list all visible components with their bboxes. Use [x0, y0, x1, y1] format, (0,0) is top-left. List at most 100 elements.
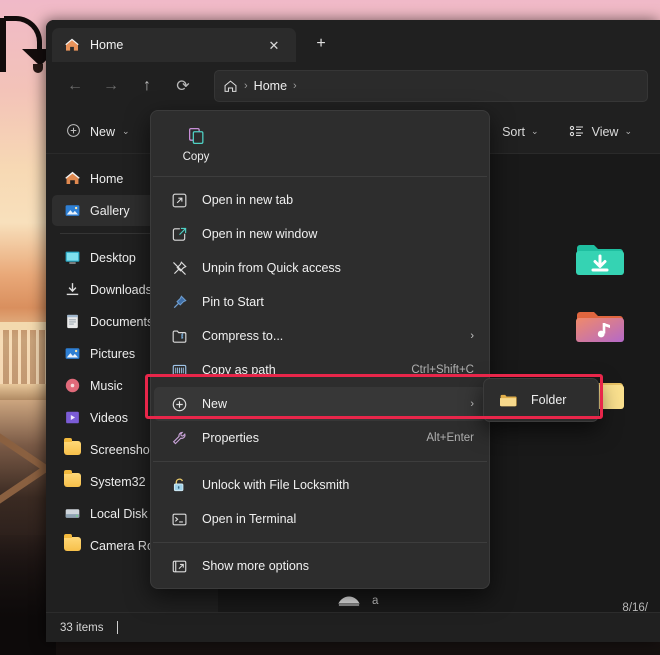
menu-item-label: Show more options	[202, 559, 310, 573]
wallpaper-lamp-arm	[4, 16, 42, 50]
downloads-icon	[64, 281, 81, 298]
lock-icon	[170, 476, 188, 494]
downloads-folder-tile[interactable]	[576, 234, 624, 282]
menu-item-show-more-options[interactable]: Show more options	[154, 549, 486, 583]
sidebar-item-label: System32	[90, 474, 146, 489]
new-tab-button[interactable]: +	[306, 29, 336, 59]
context-menu-divider-2	[153, 461, 487, 462]
gallery-icon	[64, 202, 81, 219]
copy-icon	[187, 127, 206, 146]
breadcrumb-home-icon[interactable]	[223, 79, 238, 94]
text-caret	[117, 621, 119, 634]
folder-icon	[64, 438, 81, 458]
view-button[interactable]: View ⌄	[563, 118, 638, 146]
desktop-icon	[64, 249, 81, 266]
copy-quick-action-label: Copy	[182, 151, 210, 163]
disc-drive-icon	[338, 594, 360, 608]
close-icon[interactable]: ✕	[262, 33, 286, 57]
menu-item-label: Open in new window	[202, 227, 318, 241]
sort-label: Sort	[502, 124, 526, 139]
context-menu-divider-1	[153, 176, 487, 177]
breadcrumb[interactable]: › Home ›	[214, 70, 648, 102]
drive-icon	[64, 505, 81, 522]
menu-item-pin-to-start[interactable]: Pin to Start	[154, 285, 486, 319]
view-list-icon	[569, 123, 586, 140]
menu-item-label: Open in new tab	[202, 193, 294, 207]
submenu-item-label: Folder	[531, 393, 567, 407]
menu-item-properties[interactable]: Properties Alt+Enter	[154, 421, 486, 455]
forward-button[interactable]: →	[94, 71, 128, 101]
menu-item-label: Unpin from Quick access	[202, 261, 341, 275]
sort-button[interactable]: Sort ⌄	[496, 118, 544, 146]
up-button[interactable]: ↑	[130, 71, 164, 101]
refresh-button[interactable]: ⟳	[166, 71, 200, 101]
documents-icon	[64, 313, 81, 330]
menu-item-open-in-new-tab[interactable]: Open in new tab	[154, 183, 486, 217]
sidebar-item-label: Desktop	[90, 250, 136, 265]
menu-item-open-in-new-window[interactable]: Open in new window	[154, 217, 486, 251]
videos-icon	[64, 409, 81, 426]
menu-item-label: Unlock with File Locksmith	[202, 478, 350, 492]
sidebar-item-label: Documents	[90, 314, 154, 329]
sidebar-item-label: Local Disk	[90, 506, 148, 521]
home-icon	[64, 37, 81, 54]
sidebar-item-label: Home	[90, 171, 124, 186]
plus-circle-icon	[66, 123, 83, 140]
menu-item-copy-as-path[interactable]: Copy as path Ctrl+Shift+C	[154, 353, 486, 387]
folder-icon	[64, 534, 81, 554]
breadcrumb-separator-1: ›	[244, 80, 248, 92]
menu-item-label: Compress to...	[202, 329, 284, 343]
chevron-down-icon: ⌄	[122, 126, 130, 136]
new-button[interactable]: New ⌄	[56, 117, 140, 147]
pictures-icon	[64, 345, 81, 362]
menu-item-label: Copy as path	[202, 363, 276, 377]
sidebar-item-label: Pictures	[90, 346, 136, 361]
breadcrumb-label[interactable]: Home	[254, 79, 287, 93]
new-icon	[170, 395, 188, 413]
menu-item-label: Open in Terminal	[202, 512, 297, 526]
pin-icon	[170, 293, 188, 311]
menu-item-unpin-from-quick-access[interactable]: Unpin from Quick access	[154, 251, 486, 285]
menu-item-label: New	[202, 397, 228, 411]
sidebar-item-label: Downloads	[90, 282, 152, 297]
properties-icon	[170, 429, 188, 447]
tab-title: Home	[90, 38, 124, 52]
wallpaper-lamp-bulb	[33, 64, 43, 73]
menu-item-new[interactable]: New ›	[154, 387, 486, 421]
view-label: View	[591, 124, 619, 139]
menu-item-open-in-terminal[interactable]: Open in Terminal	[154, 502, 486, 536]
menu-item-accelerator: Alt+Enter	[426, 432, 474, 444]
chevron-down-icon: ⌄	[624, 126, 632, 136]
copy-as-path-icon	[170, 361, 188, 379]
context-menu: Copy Open in new tab Open in new window	[150, 110, 490, 589]
item-count-label: 33 items	[60, 621, 104, 634]
tab-home[interactable]: Home ✕	[52, 28, 296, 62]
status-bar: 33 items	[46, 612, 660, 642]
command-bar-right: Sort ⌄ View ⌄	[496, 118, 650, 146]
submenu-item-folder[interactable]: Folder	[487, 383, 595, 417]
menu-item-label: Properties	[202, 431, 259, 445]
home-icon	[64, 170, 81, 187]
music-folder-tile[interactable]	[576, 301, 624, 349]
folder-icon	[499, 391, 517, 409]
menu-item-unlock-with-file-locksmith[interactable]: Unlock with File Locksmith	[154, 468, 486, 502]
sidebar-item-label: Gallery	[90, 203, 130, 218]
back-button[interactable]: ←	[58, 71, 92, 101]
breadcrumb-separator-2[interactable]: ›	[291, 80, 299, 92]
new-submenu: Folder	[483, 378, 599, 422]
context-menu-quick-actions: Copy	[151, 115, 489, 170]
address-bar-row: ← → ↑ ⟳ › Home ›	[46, 62, 660, 110]
drive-label: a	[372, 595, 379, 607]
music-icon	[64, 377, 81, 394]
menu-item-compress-to[interactable]: Compress to... ›	[154, 319, 486, 353]
sidebar-item-label: Music	[90, 378, 123, 393]
chevron-right-icon: ›	[470, 330, 474, 342]
menu-item-accelerator: Ctrl+Shift+C	[411, 364, 474, 376]
tab-strip: Home ✕ +	[46, 20, 660, 62]
drive-entry-row[interactable]: a	[338, 594, 378, 608]
folder-icon	[64, 470, 81, 490]
menu-item-label: Pin to Start	[202, 295, 264, 309]
terminal-icon	[170, 510, 188, 528]
copy-quick-action[interactable]: Copy	[171, 123, 221, 168]
open-new-window-icon	[170, 225, 188, 243]
